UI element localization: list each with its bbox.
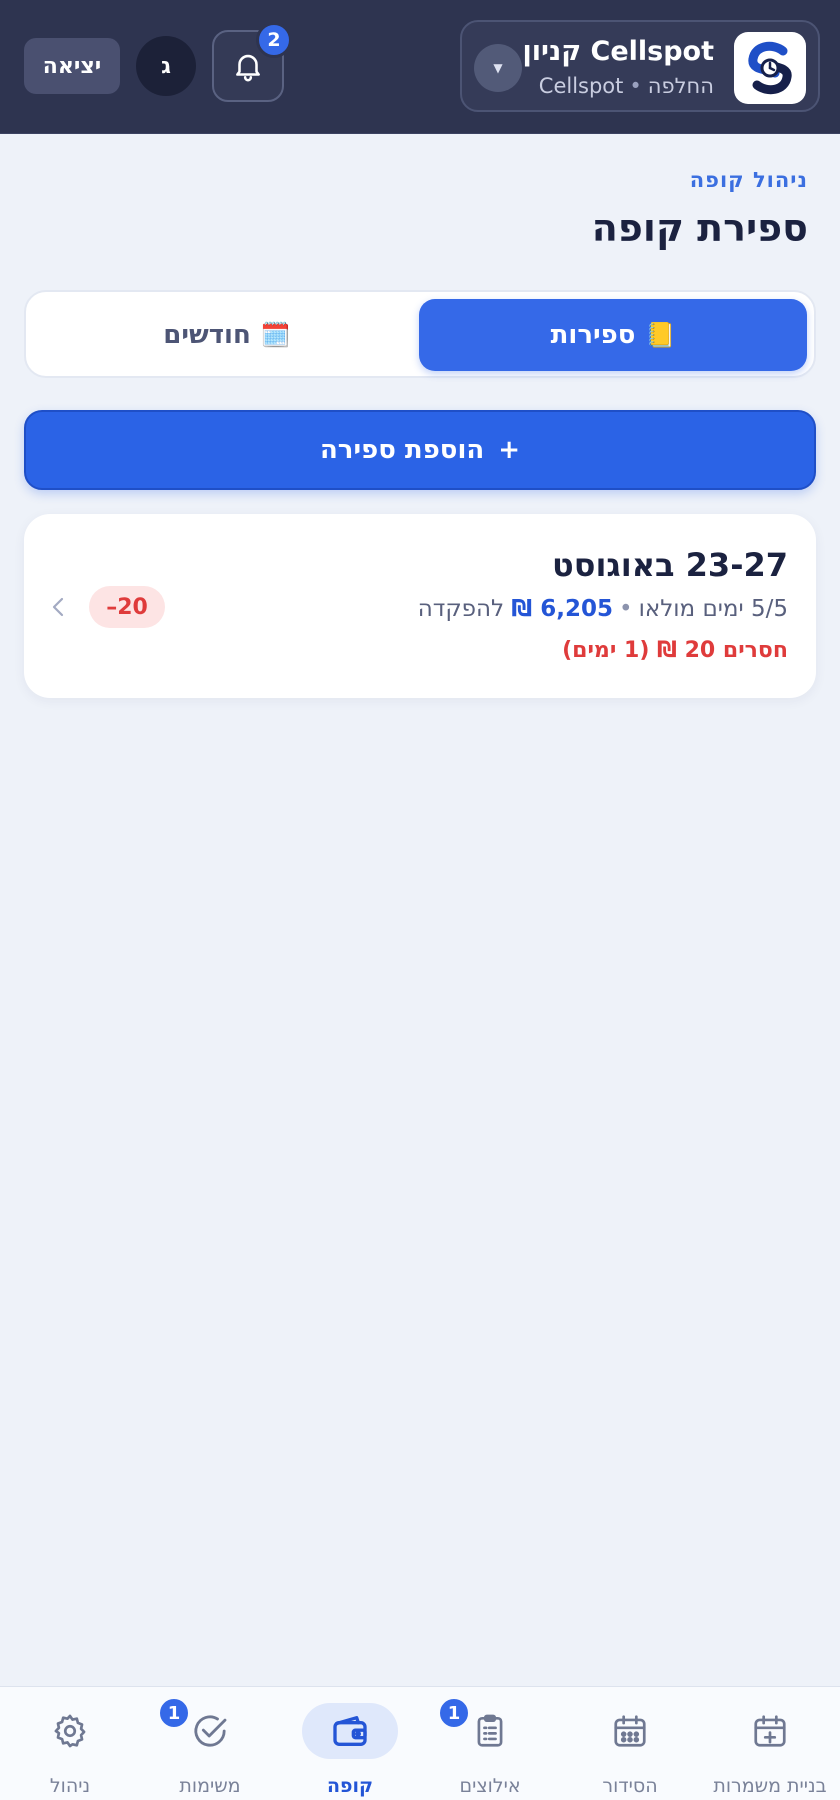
wallet-icon [328,1709,372,1753]
nav-label: קופה [326,1775,374,1797]
chevron-left-icon [44,590,72,624]
calendar-plus-icon [748,1709,792,1753]
tab-label: חודשים [163,320,251,350]
separator-dot: • [619,596,633,622]
nav-label: הסידור [602,1775,658,1797]
top-bar: Cellspot קניון החלפה•Cellspot ▼ 2 ג יציא… [0,0,840,134]
tab-label: ספירות [550,320,636,350]
notebook-icon: 📒 [645,321,676,349]
nav-label: משימות [179,1775,241,1797]
nav-item-tasks[interactable]: 1 משימות [140,1687,280,1800]
avatar[interactable]: ג [136,36,196,96]
chevron-down-icon[interactable]: ▼ [474,44,522,92]
constraints-badge: 1 [438,1697,470,1729]
nav-label: בניית משמרות [713,1775,827,1797]
nav-item-schedule[interactable]: הסידור [560,1687,700,1800]
shortage-alert: חסרים 20 ₪ (1 ימים) [562,638,788,663]
nav-label: ניהול [49,1775,91,1797]
store-subtitle: החלפה•Cellspot [539,74,714,98]
breadcrumb[interactable]: ניהול קופה [690,168,808,192]
store-switcher[interactable]: Cellspot קניון החלפה•Cellspot ▼ [460,20,820,112]
tab-counts[interactable]: 📒 ספירות [419,299,807,371]
calendar-pad-icon: 🗓️ [260,321,291,349]
plus-icon: + [498,435,521,465]
nav-item-constraints[interactable]: 1 אילוצים [420,1687,560,1800]
bottom-nav: בניית משמרות הסידור 1 אילוצים קופה 1 משי… [0,1686,840,1800]
count-card[interactable]: 23-27 באוגוסט 5/5 ימים מולאו•6,205 ₪ להפ… [24,514,816,698]
notifications-badge: 2 [256,22,292,58]
logout-button[interactable]: יציאה [24,38,120,94]
bell-icon [236,54,260,82]
nav-label: אילוצים [459,1775,521,1797]
count-summary: 5/5 ימים מולאו•6,205 ₪ להפקדה [418,596,788,622]
tab-months[interactable]: 🗓️ חודשים [33,299,421,371]
deposit-label: להפקדה [417,596,505,622]
store-name: Cellspot קניון [522,36,714,67]
calendar-icon [608,1709,652,1753]
deposit-amount: 6,205 ₪ [511,596,613,622]
tasks-badge: 1 [158,1697,190,1729]
difference-badge: –20 [89,586,165,628]
days-filled: 5/5 ימים מולאו [638,596,788,622]
store-switch-label: החלפה [647,74,714,98]
page-title: ספירת קופה [591,206,808,250]
view-tabs: 📒 ספירות 🗓️ חודשים [24,290,816,378]
add-count-label: הוספת ספירה [319,435,485,465]
nav-item-cashbox[interactable]: קופה [280,1687,420,1800]
check-circle-icon [188,1709,232,1753]
nav-item-shift-builder[interactable]: בניית משמרות [700,1687,840,1800]
clipboard-icon [468,1709,512,1753]
store-org: Cellspot [538,74,624,98]
app-logo [734,32,806,104]
count-period: 23-27 באוגוסט [551,546,788,584]
nav-item-management[interactable]: ניהול [0,1687,140,1800]
separator-dot: • [629,74,642,98]
gear-icon [48,1709,92,1753]
add-count-button[interactable]: + הוספת ספירה [24,410,816,490]
